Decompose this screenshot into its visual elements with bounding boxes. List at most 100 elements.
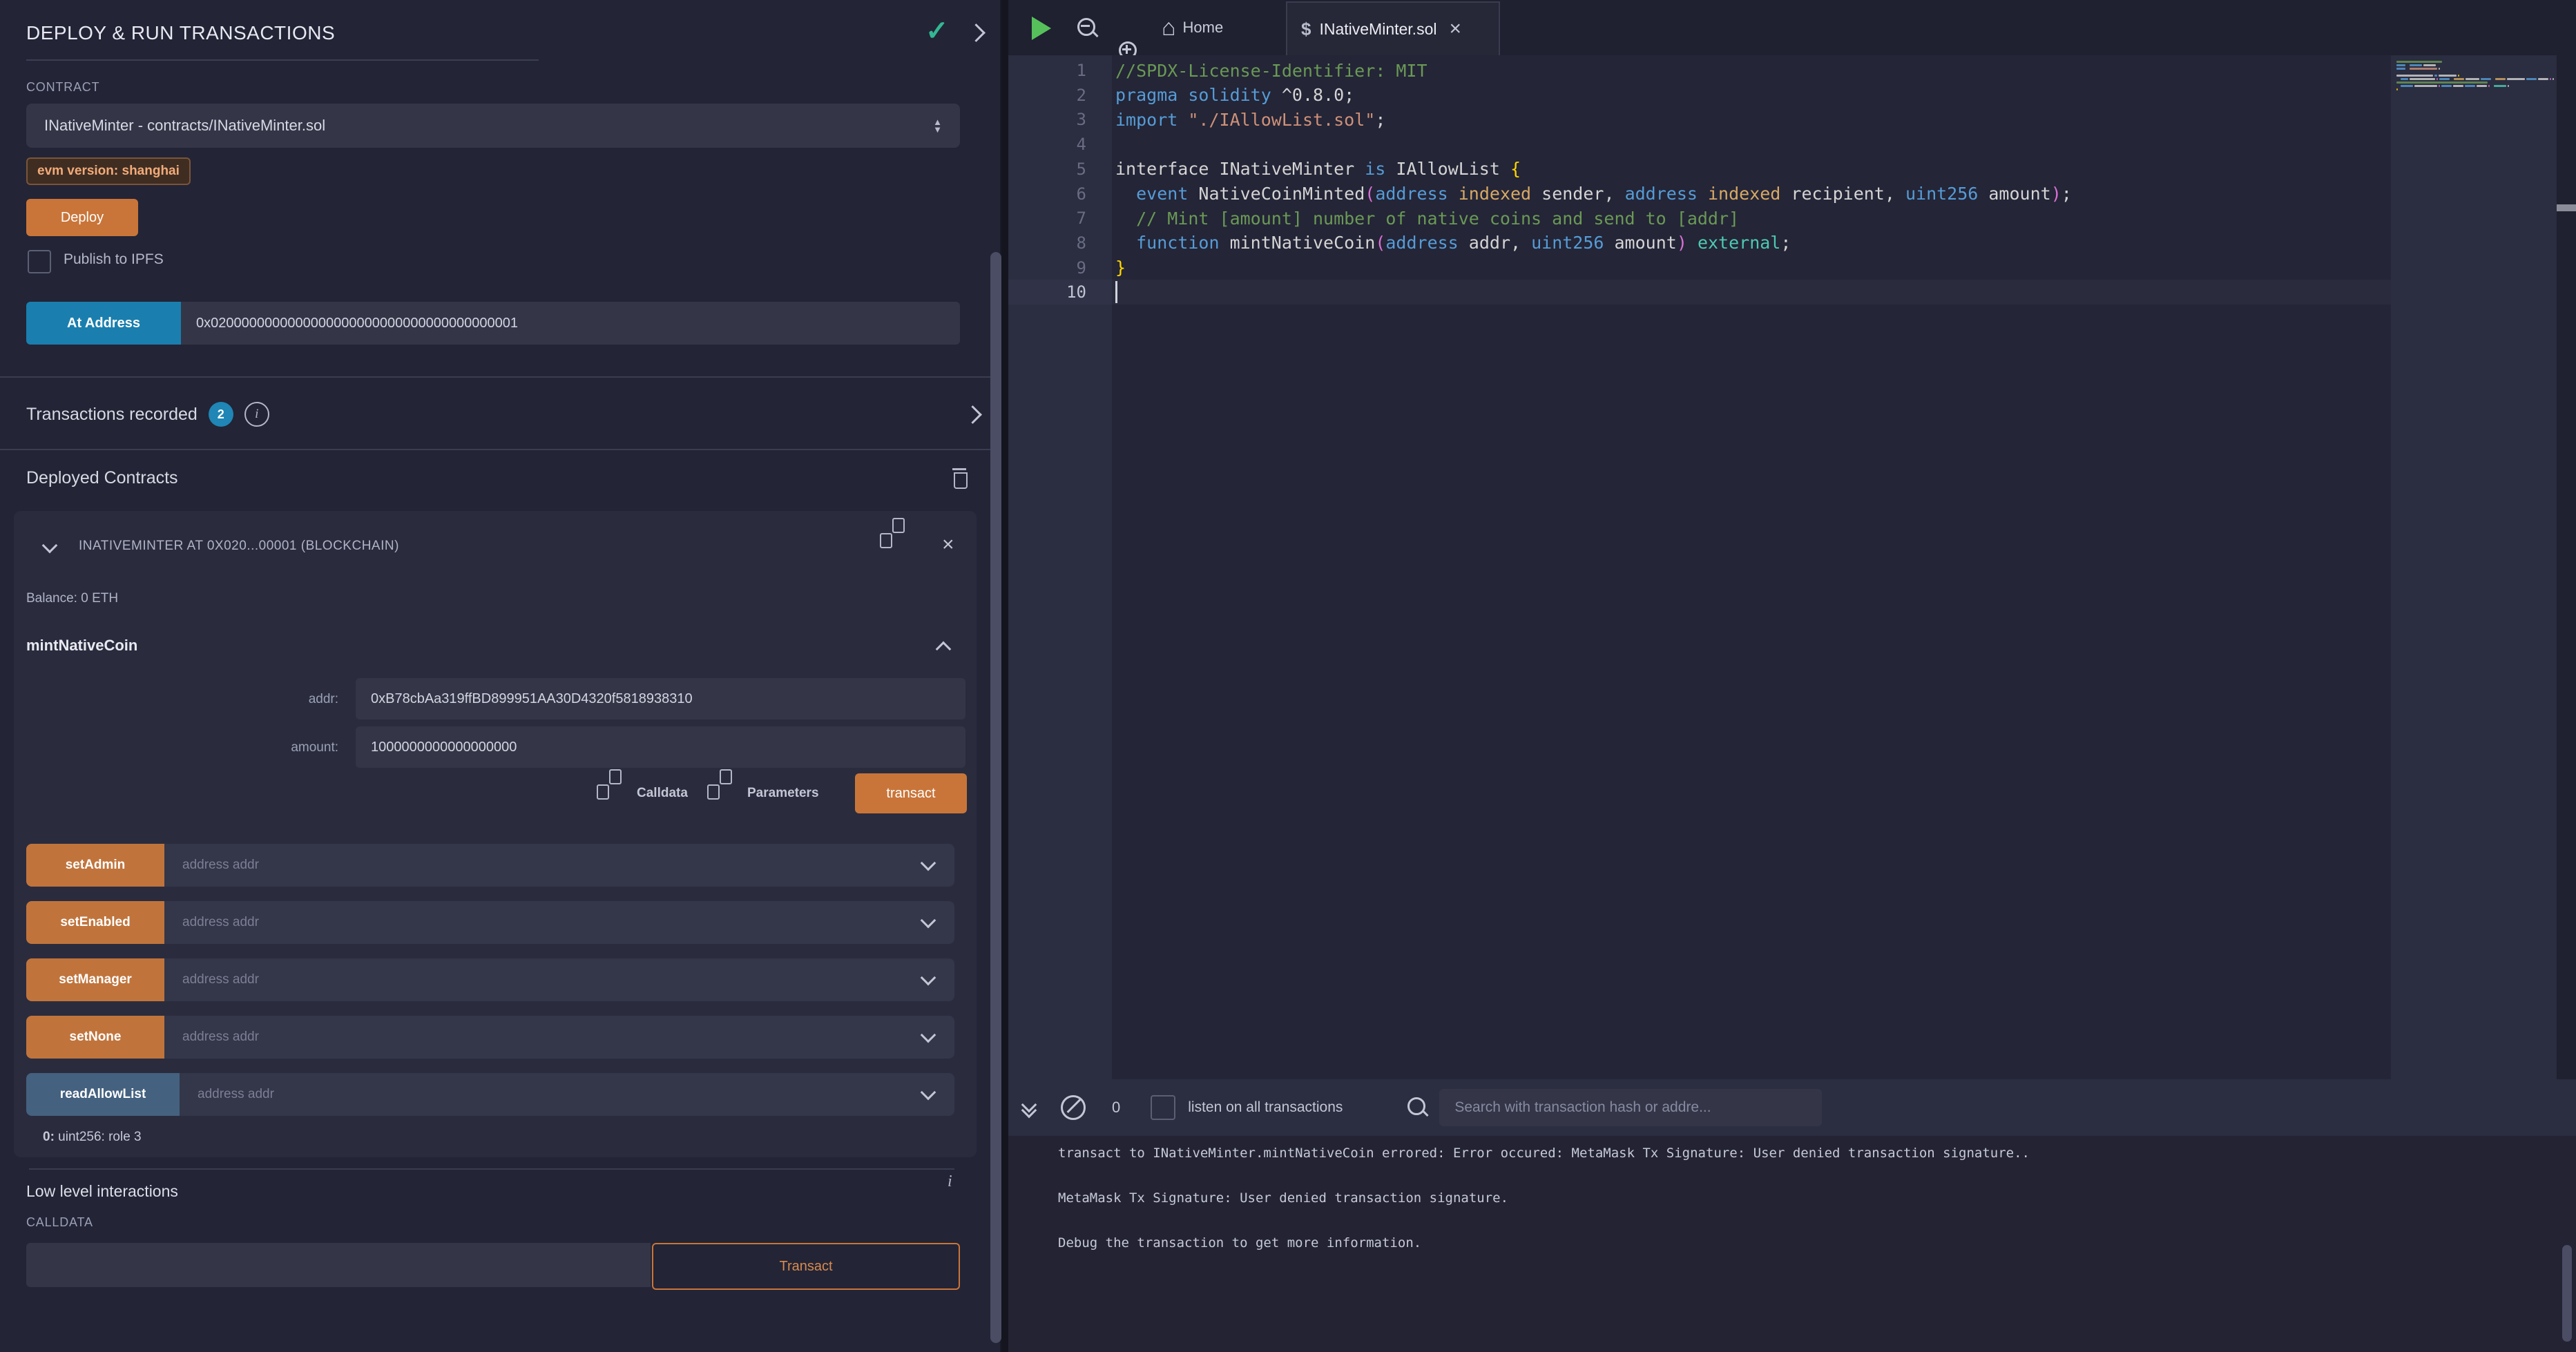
terminal-scrollbar[interactable] [2562,1245,2572,1342]
setAdmin-expand-chevron-icon[interactable] [921,856,936,871]
contract-select[interactable]: INativeMinter - contracts/INativeMinter.… [26,104,960,148]
calldata-action-label[interactable]: Calldata [637,786,688,801]
minimap-line [2396,64,2557,66]
param-addr-input[interactable] [356,678,965,720]
setNone-input[interactable] [164,1030,923,1045]
evm-version-badge: evm version: shanghai [26,157,191,185]
code-text: //SPDX-License-Identifier: MIT [1115,61,1428,81]
instance-title: INATIVEMINTER AT 0X020...00001 (BLOCKCHA… [79,539,399,554]
terminal-log-line: transact to INativeMinter.mintNativeCoin… [1058,1146,2030,1161]
deploy-button[interactable]: Deploy [26,199,138,236]
minimap-line [2396,68,2557,70]
transactions-expand-chevron-icon[interactable] [963,405,982,424]
setEnabled-expand-chevron-icon[interactable] [921,913,936,929]
deploy-run-panel: DEPLOY & RUN TRANSACTIONS ✓ CONTRACT INa… [0,0,1000,1352]
code-line-2[interactable]: 2pragma solidity ^0.8.0; [1008,83,2576,108]
code-line-6[interactable]: 6 event NativeCoinMinted(address indexed… [1008,182,2576,206]
listen-all-label: listen on all transactions [1188,1099,1343,1116]
tab-home[interactable]: ⌂ Home [1162,0,1223,55]
panel-title: DEPLOY & RUN TRANSACTIONS [26,22,335,44]
collapse-panel-chevron-icon[interactable] [967,23,986,42]
setNone-button[interactable]: setNone [26,1016,164,1059]
code-text: import "./IAllowList.sol"; [1115,110,1385,130]
code-line-5[interactable]: 5 interface INativeMinter is IAllowList { [1008,157,2576,182]
minimap-line [2396,61,2557,63]
at-address-button[interactable]: At Address [26,302,181,345]
compile-success-check-icon: ✓ [925,15,949,47]
setManager-input[interactable] [164,972,923,987]
minimap-line [2396,71,2557,73]
transactions-recorded-row[interactable]: Transactions recorded 2 i [26,395,979,434]
setManager-button[interactable]: setManager [26,958,164,1001]
line-number: 5 [1008,160,1086,179]
contract-select-value: INativeMinter - contracts/INativeMinter.… [44,117,325,135]
code-line-1[interactable]: 1 //SPDX-License-Identifier: MIT [1008,58,2576,83]
line-number: 1 [1008,61,1086,80]
minimap-line [2396,92,2557,94]
code-text: // Mint [amount] number of native coins … [1115,209,1739,229]
expand-terminal-double-chevron-icon[interactable] [1023,1099,1035,1116]
clear-console-ban-icon[interactable] [1061,1095,1086,1120]
low-level-transact-button[interactable]: Transact [652,1243,960,1290]
function-name: mintNativeCoin [26,637,137,655]
section-divider [0,449,1000,450]
param-amount-input[interactable] [356,726,965,768]
code-line-9[interactable]: 9} [1008,255,2576,280]
setAdmin-button[interactable]: setAdmin [26,844,164,887]
parameters-action-label[interactable]: Parameters [747,786,819,801]
code-text: pragma solidity ^0.8.0; [1115,85,1354,105]
code-line-4[interactable]: 4 [1008,132,2576,157]
low-level-info-icon: i [948,1172,952,1191]
terminal-log-line: MetaMask Tx Signature: User denied trans… [1058,1190,1508,1206]
deployed-contract-card: INATIVEMINTER AT 0X020...00001 (BLOCKCHA… [14,511,977,1157]
close-tab-icon[interactable]: × [1449,19,1461,39]
contract-label: CONTRACT [26,80,99,95]
code-line-8[interactable]: 8 function mintNativeCoin(address addr, … [1008,231,2576,255]
function-collapse-chevron-icon[interactable] [936,641,952,657]
terminal-panel: 0 listen on all transactions transact to… [1008,1079,2576,1352]
readAllowList-expand-chevron-icon[interactable] [921,1085,936,1101]
transact-button[interactable]: transact [855,773,967,813]
panel-scrollbar[interactable] [990,252,1001,1343]
function-row-readAllowList: readAllowList [26,1073,954,1116]
run-script-play-icon[interactable] [1032,17,1051,40]
panel-resize-handle[interactable] [1001,0,1008,1352]
editor-minimap[interactable] [2391,55,2557,1079]
line-number: 9 [1008,258,1086,278]
function-row-setManager: setManager [26,958,954,1001]
setEnabled-input[interactable] [164,915,923,930]
readAllowList-input[interactable] [180,1087,923,1102]
minimap-line [2396,85,2557,87]
instance-collapse-chevron-icon[interactable] [42,538,58,554]
return-index: 0: [43,1130,55,1144]
editor-scrollbar[interactable] [2557,55,2576,1079]
code-text: event NativeCoinMinted(address indexed s… [1115,184,2072,204]
setNone-expand-chevron-icon[interactable] [921,1027,936,1043]
remove-instance-icon[interactable]: × [942,534,954,555]
listen-all-checkbox[interactable] [1151,1095,1175,1120]
setManager-expand-chevron-icon[interactable] [921,970,936,986]
code-line-7[interactable]: 7 // Mint [amount] number of native coin… [1008,206,2576,231]
terminal-search-input[interactable] [1439,1089,1822,1126]
publish-ipfs-checkbox[interactable] [28,250,51,273]
transactions-count-badge: 2 [209,402,233,427]
code-text: interface INativeMinter is IAllowList { [1115,159,1521,179]
function-row-setNone: setNone [26,1016,954,1059]
tab-inativeminter[interactable]: $ INativeMinter.sol × [1286,1,1500,55]
return-text: uint256: role 3 [55,1130,142,1144]
remix-ide-window: DEPLOY & RUN TRANSACTIONS ✓ CONTRACT INa… [0,0,2576,1352]
setEnabled-button[interactable]: setEnabled [26,901,164,944]
setAdmin-input[interactable] [164,858,923,873]
solidity-file-icon: $ [1301,19,1311,40]
at-address-input[interactable] [181,302,960,345]
publish-ipfs-label: Publish to IPFS [64,251,164,268]
calldata-label: CALLDATA [26,1215,93,1230]
line-number: 8 [1008,233,1086,253]
code-text: } [1115,258,1126,278]
code-line-3[interactable]: 3import "./IAllowList.sol"; [1008,107,2576,132]
low-level-calldata-input[interactable] [26,1243,651,1287]
code-line-10[interactable]: 10 [1008,280,2576,305]
code-editor[interactable]: 1 //SPDX-License-Identifier: MIT2pragma s… [1008,55,2576,1079]
readAllowList-button[interactable]: readAllowList [26,1073,180,1116]
zoom-out-icon[interactable] [1076,17,1099,40]
